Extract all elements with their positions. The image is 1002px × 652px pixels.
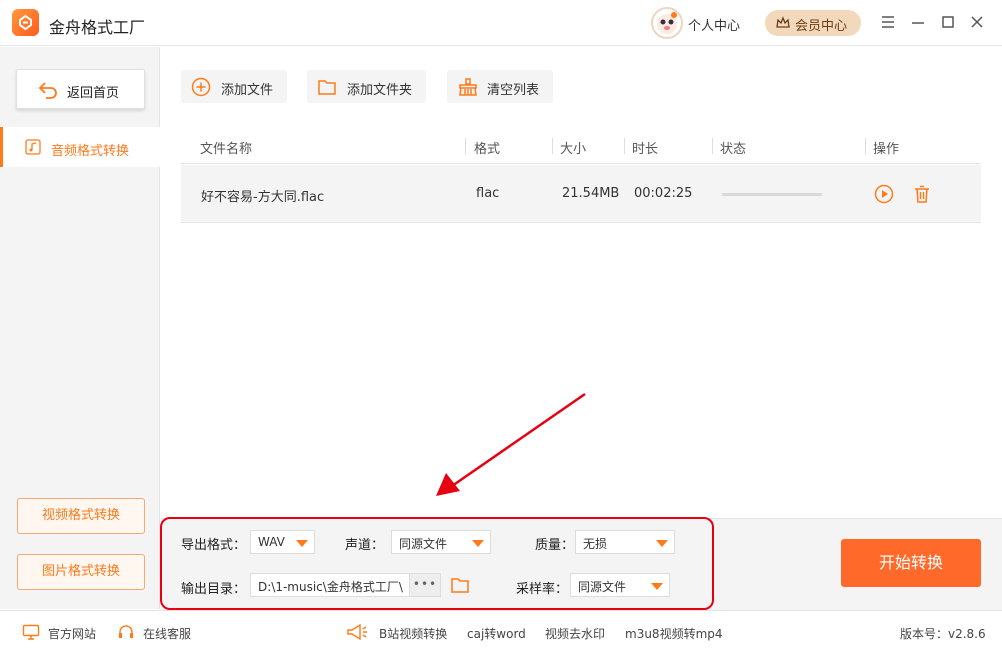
clear-list-label: 清空列表	[487, 83, 540, 98]
folder-icon	[318, 80, 336, 95]
file-size-cell: 21.54MB	[562, 186, 620, 201]
file-format-cell: flac	[476, 186, 500, 201]
version-label: 版本号：v2.8.6	[900, 627, 986, 641]
title-bar: 金舟格式工厂 个人中心 会员中心	[0, 0, 1002, 46]
user-avatar[interactable]	[651, 7, 683, 39]
footer: 官方网站 在线客服 B站视频转换 caj转word 视频去水印 m3u8视频转m…	[0, 610, 1002, 652]
monitor-icon	[22, 624, 40, 640]
video-convert-button[interactable]: 视频格式转换	[17, 498, 145, 534]
headset-icon	[119, 625, 133, 638]
col-format: 格式	[474, 142, 501, 157]
add-file-label: 添加文件	[221, 83, 274, 98]
start-convert-button[interactable]: 开始转换	[841, 539, 981, 587]
add-file-button[interactable]: 添加文件	[181, 70, 287, 103]
crown-icon	[776, 16, 790, 28]
image-convert-button[interactable]: 图片格式转换	[17, 554, 145, 590]
file-name-cell: 好不容易-方大同.flac	[201, 190, 325, 205]
table-row[interactable]: 好不容易-方大同.flac flac 21.54MB 00:02:25	[181, 165, 981, 223]
broom-icon	[459, 78, 477, 96]
back-home-button[interactable]: 返回首页	[16, 69, 145, 109]
col-size: 大小	[560, 142, 587, 157]
col-divider	[552, 138, 553, 154]
conversion-progress-bar	[722, 193, 822, 196]
col-divider	[865, 138, 866, 154]
col-divider	[624, 138, 625, 154]
sidebar-item-label: 音频格式转换	[51, 144, 130, 159]
vip-center-label: 会员中心	[795, 19, 848, 34]
close-icon[interactable]	[968, 13, 986, 31]
col-divider	[712, 138, 713, 154]
col-file-name: 文件名称	[200, 142, 253, 157]
app-title: 金舟格式工厂	[49, 18, 146, 37]
col-duration: 时长	[632, 142, 659, 157]
file-duration-cell: 00:02:25	[634, 186, 693, 201]
annotation-arrow	[436, 392, 586, 496]
app-logo-icon	[12, 9, 39, 36]
back-home-label: 返回首页	[67, 86, 120, 101]
col-divider	[465, 138, 466, 154]
clear-list-button[interactable]: 清空列表	[447, 70, 553, 103]
footer-link-caj[interactable]: caj转word	[467, 625, 526, 642]
annotation-highlight-box	[160, 517, 714, 610]
footer-link-m3u8[interactable]: m3u8视频转mp4	[625, 625, 723, 642]
add-folder-label: 添加文件夹	[347, 83, 413, 98]
menu-icon[interactable]	[879, 13, 897, 31]
online-support-link[interactable]: 在线客服	[143, 625, 191, 642]
footer-link-watermark[interactable]: 视频去水印	[545, 625, 605, 642]
trash-icon[interactable]	[912, 184, 932, 204]
col-actions: 操作	[873, 142, 900, 157]
megaphone-icon	[347, 623, 367, 641]
play-icon[interactable]	[874, 184, 894, 204]
vip-center-button[interactable]: 会员中心	[765, 10, 861, 36]
user-center-link[interactable]: 个人中心	[688, 15, 740, 34]
sidebar: 返回首页 音频格式转换 视频格式转换 图片格式转换	[0, 47, 160, 609]
col-status: 状态	[720, 142, 747, 157]
file-table-header: 文件名称 格式 大小 时长 状态 操作	[181, 128, 981, 164]
music-icon	[25, 139, 41, 155]
minimize-icon[interactable]	[909, 13, 927, 31]
maximize-icon[interactable]	[939, 13, 957, 31]
footer-link-bilibili[interactable]: B站视频转换	[379, 625, 447, 642]
plus-circle-icon	[191, 77, 211, 97]
sidebar-item-audio-convert[interactable]: 音频格式转换	[0, 127, 160, 167]
add-folder-button[interactable]: 添加文件夹	[307, 70, 426, 103]
official-website-link[interactable]: 官方网站	[48, 625, 96, 642]
back-arrow-icon	[38, 82, 57, 99]
